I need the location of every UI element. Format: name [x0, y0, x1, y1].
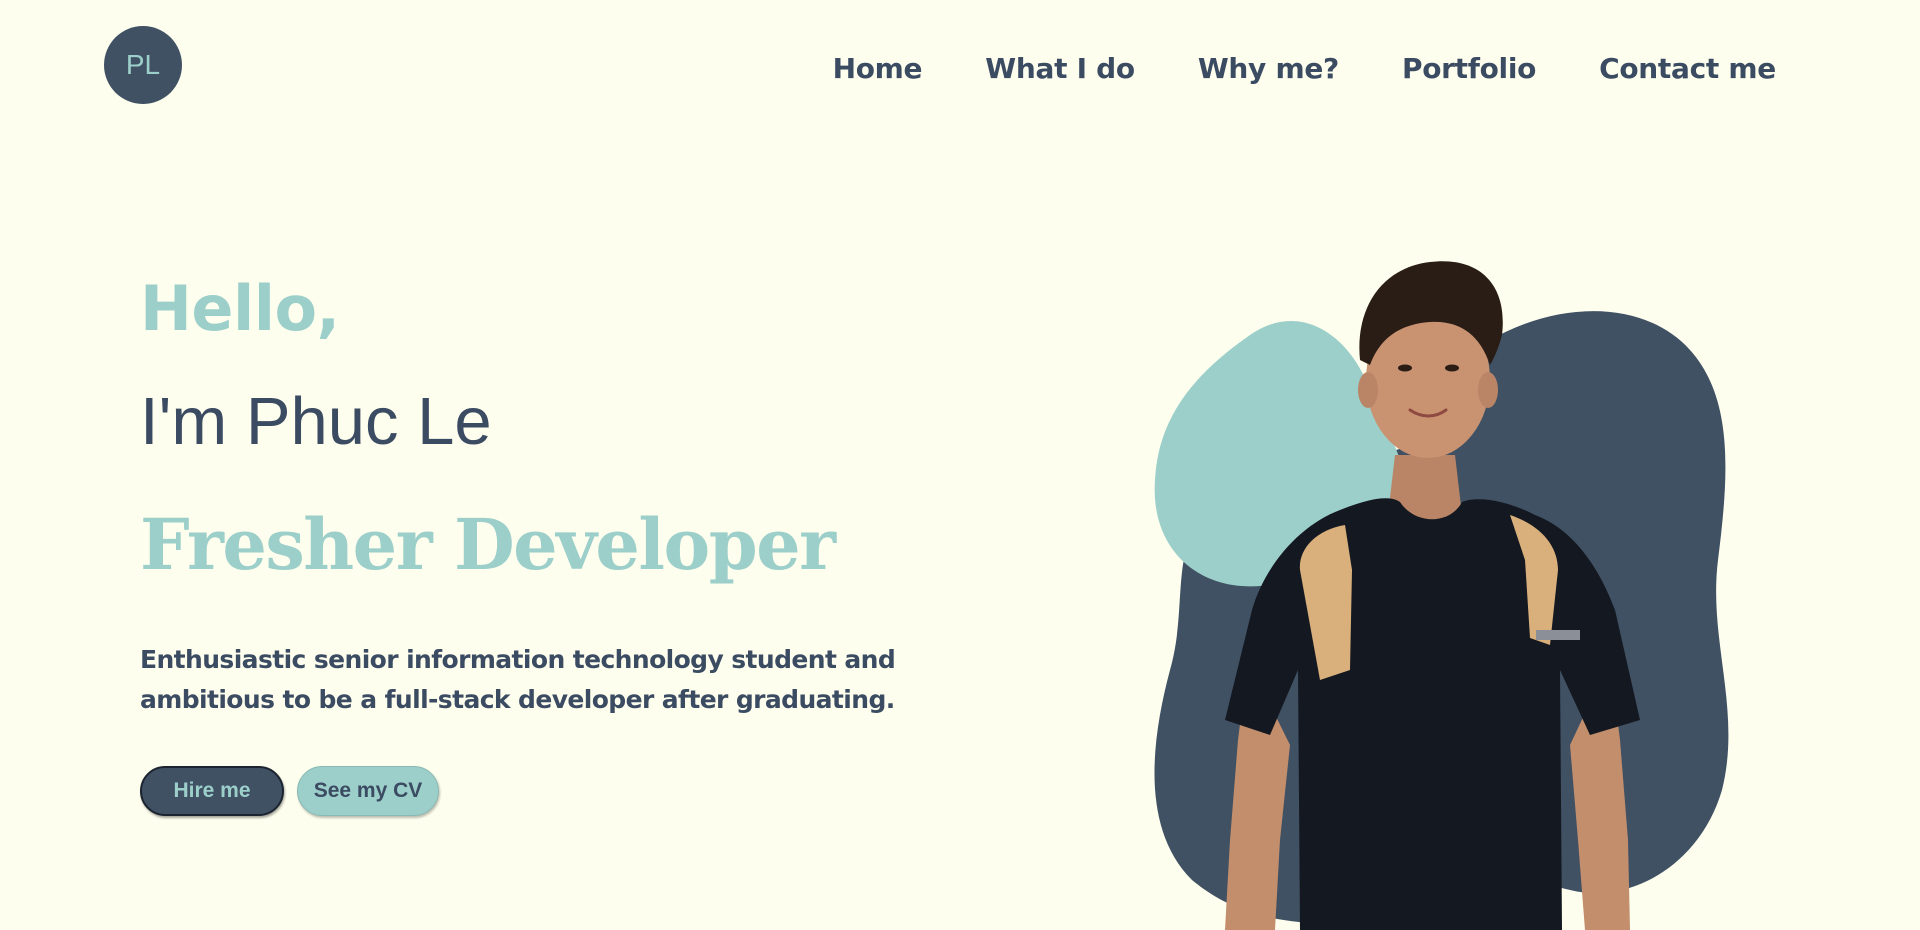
- nav-what-i-do-link[interactable]: What I do: [985, 52, 1135, 85]
- hire-me-button[interactable]: Hire me: [140, 766, 284, 816]
- left-eye-shape: [1398, 364, 1412, 372]
- right-ear-shape: [1478, 372, 1498, 408]
- shirt-logo-mark: [1536, 630, 1580, 640]
- nav-portfolio-link[interactable]: Portfolio: [1402, 52, 1536, 85]
- page: PL Home What I do Why me? Portfolio Cont…: [0, 0, 1920, 930]
- see-cv-button[interactable]: See my CV: [297, 766, 439, 816]
- right-eye-shape: [1445, 364, 1459, 372]
- hero-name: I'm Phuc Le: [140, 384, 492, 459]
- left-ear-shape: [1358, 372, 1378, 408]
- hero-description: Enthusiastic senior information technolo…: [140, 645, 896, 714]
- logo-text: PL: [125, 49, 161, 80]
- nav-why-me-link[interactable]: Why me?: [1198, 52, 1339, 85]
- nav-home-link[interactable]: Home: [833, 52, 923, 85]
- logo-badge[interactable]: PL: [104, 26, 182, 104]
- hero-greeting: Hello,: [140, 272, 340, 345]
- nav-contact-me-link[interactable]: Contact me: [1599, 52, 1776, 85]
- hero-illustration: [1154, 261, 1729, 930]
- main-nav: Home What I do Why me? Portfolio Contact…: [833, 52, 1777, 85]
- hero-role: Fresher Developer: [140, 503, 836, 586]
